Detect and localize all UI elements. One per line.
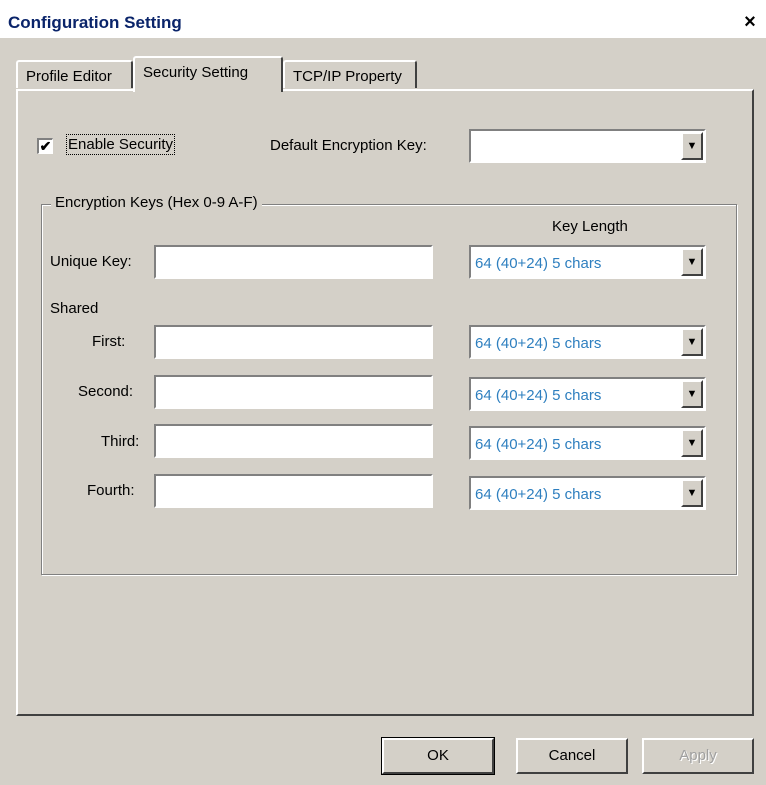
- tab-label: TCP/IP Property: [293, 68, 402, 85]
- enable-security-label[interactable]: Enable Security: [65, 134, 176, 155]
- default-encryption-key-label: Default Encryption Key:: [270, 137, 427, 154]
- ok-button[interactable]: OK: [381, 737, 495, 775]
- default-encryption-key-select[interactable]: ▼: [469, 129, 706, 163]
- first-key-length-value: 64 (40+24) 5 chars: [475, 335, 602, 352]
- close-icon[interactable]: ×: [739, 12, 761, 34]
- tab-profile-editor[interactable]: Profile Editor: [16, 60, 133, 88]
- tab-security-setting[interactable]: Security Setting: [133, 56, 283, 92]
- cancel-button-label: Cancel: [548, 747, 596, 764]
- first-key-input[interactable]: [154, 325, 433, 359]
- tab-label: Profile Editor: [26, 68, 112, 85]
- second-key-length-value: 64 (40+24) 5 chars: [475, 387, 602, 404]
- second-key-input[interactable]: [154, 375, 433, 409]
- unique-key-input[interactable]: [154, 245, 433, 279]
- second-key-length-select[interactable]: 64 (40+24) 5 chars ▼: [469, 377, 706, 411]
- third-key-length-select[interactable]: 64 (40+24) 5 chars ▼: [469, 426, 706, 460]
- third-key-length-value: 64 (40+24) 5 chars: [475, 436, 602, 453]
- dropdown-arrow-icon[interactable]: ▼: [681, 479, 703, 507]
- first-key-label: First:: [92, 333, 126, 350]
- ok-button-label: OK: [427, 747, 449, 764]
- configuration-dialog: Configuration Setting × Profile Editor S…: [0, 0, 766, 785]
- tab-tcpip-property[interactable]: TCP/IP Property: [283, 60, 417, 88]
- checkmark-icon: ✔: [39, 138, 52, 154]
- cancel-button[interactable]: Cancel: [516, 738, 628, 774]
- key-length-header: Key Length: [552, 218, 628, 235]
- dropdown-arrow-icon[interactable]: ▼: [681, 380, 703, 408]
- third-key-label: Third:: [101, 433, 140, 450]
- first-key-length-select[interactable]: 64 (40+24) 5 chars ▼: [469, 325, 706, 359]
- fourth-key-label: Fourth:: [87, 482, 135, 499]
- fourth-key-length-select[interactable]: 64 (40+24) 5 chars ▼: [469, 476, 706, 510]
- encryption-keys-group-title: Encryption Keys (Hex 0-9 A-F): [51, 194, 262, 211]
- dropdown-arrow-icon[interactable]: ▼: [681, 248, 703, 276]
- dropdown-arrow-icon[interactable]: ▼: [681, 132, 703, 160]
- fourth-key-input[interactable]: [154, 474, 433, 508]
- unique-key-length-select[interactable]: 64 (40+24) 5 chars ▼: [469, 245, 706, 279]
- tab-label: Security Setting: [143, 64, 249, 81]
- second-key-label: Second:: [78, 383, 134, 400]
- fourth-key-length-value: 64 (40+24) 5 chars: [475, 486, 602, 503]
- dropdown-arrow-icon[interactable]: ▼: [681, 429, 703, 457]
- apply-button-label: Apply: [679, 747, 717, 764]
- third-key-input[interactable]: [154, 424, 433, 458]
- enable-security-checkbox[interactable]: ✔: [37, 138, 53, 154]
- unique-key-label: Unique Key:: [50, 253, 132, 270]
- window-title: Configuration Setting: [8, 13, 182, 32]
- shared-label: Shared: [50, 300, 99, 317]
- unique-key-length-value: 64 (40+24) 5 chars: [475, 255, 602, 272]
- apply-button[interactable]: Apply: [642, 738, 754, 774]
- dropdown-arrow-icon[interactable]: ▼: [681, 328, 703, 356]
- title-bar: Configuration Setting ×: [0, 0, 766, 38]
